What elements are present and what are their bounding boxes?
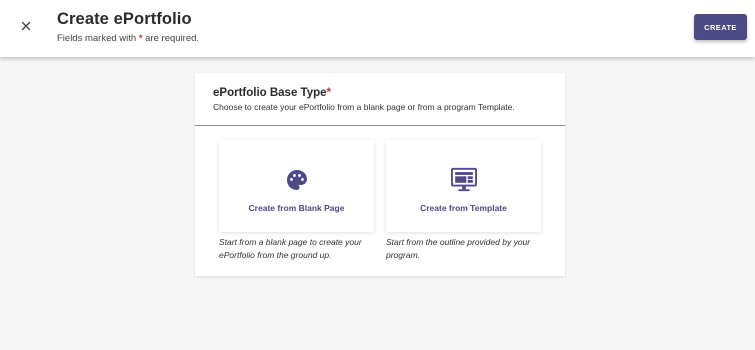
required-fields-note: Fields marked with * are required.: [57, 33, 199, 44]
base-type-heading: ePortfolio Base Type*: [213, 87, 331, 99]
header-bar: Create ePortfolio Fields marked with * a…: [0, 0, 755, 57]
required-asterisk: *: [326, 87, 332, 99]
create-from-blank-page-card[interactable]: Create from Blank Page: [219, 140, 374, 232]
blank-page-help-text: Start from a blank page to create your e…: [219, 237, 362, 260]
page-title: Create ePortfolio: [57, 10, 192, 28]
base-type-heading-text: ePortfolio Base Type: [213, 87, 327, 99]
monitor-template-icon: [450, 167, 477, 193]
close-icon[interactable]: [17, 17, 35, 35]
divider: [195, 125, 565, 126]
palette-icon: [284, 167, 310, 193]
base-type-description: Choose to create your ePortfolio from a …: [213, 102, 515, 112]
note-prefix: Fields marked with: [57, 33, 139, 44]
create-from-blank-page-label: Create from Blank Page: [248, 203, 345, 213]
create-from-template-card[interactable]: Create from Template: [386, 140, 541, 232]
create-from-template-label: Create from Template: [420, 203, 507, 213]
create-button[interactable]: CREATE: [694, 14, 747, 40]
template-help-text: Start from the outline provided by your …: [386, 237, 531, 260]
note-suffix: are required.: [142, 33, 200, 44]
